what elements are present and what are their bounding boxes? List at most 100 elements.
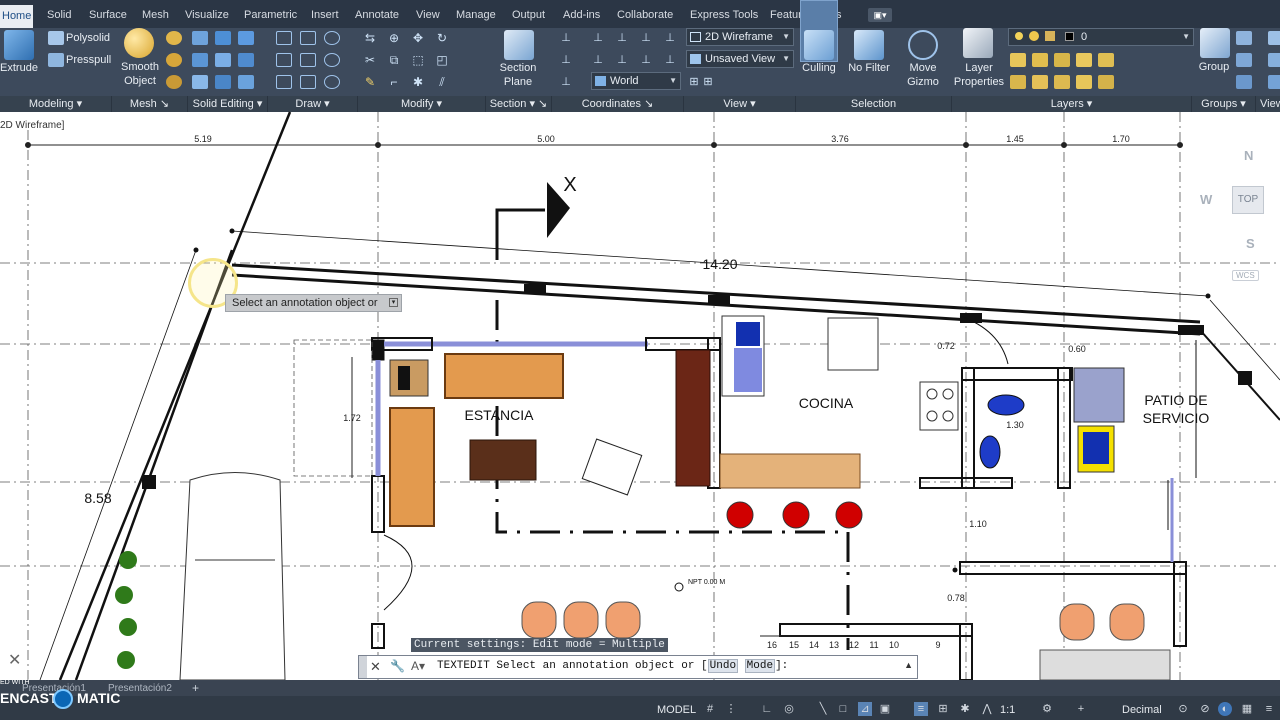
polysolid-icon[interactable] [48, 31, 64, 45]
ucs-z-icon[interactable]: ⊥ [614, 31, 630, 45]
tab-surface[interactable]: Surface [87, 6, 129, 24]
polygon-icon[interactable] [276, 75, 292, 89]
panel-footer-modify[interactable]: Modify ▾ [358, 96, 486, 112]
panel-footer-draw[interactable]: Draw ▾ [268, 96, 358, 112]
lock-ui-icon[interactable]: ⊘ [1198, 702, 1212, 716]
layer-dropdown[interactable]: 0 ▼ [1008, 28, 1194, 46]
tab-solid[interactable]: Solid [45, 6, 73, 24]
smooth-object-label-2[interactable]: Object [116, 75, 164, 88]
trim-icon[interactable]: ✂ [362, 53, 378, 67]
snap-icon[interactable]: ⋮ [724, 702, 738, 716]
layer-tool-icon[interactable] [1010, 53, 1026, 67]
customization-icon[interactable]: ≡ [1262, 702, 1276, 716]
mesh-tool-icon[interactable] [166, 53, 182, 67]
copy-icon[interactable]: ⧉ [386, 53, 402, 67]
polysolid-button[interactable]: Polysolid [66, 32, 110, 45]
viewcube[interactable]: N W TOP S WCS [1196, 140, 1280, 290]
ungroup-icon[interactable] [1236, 31, 1252, 45]
no-filter-button[interactable]: No Filter [842, 62, 896, 75]
presspull-button[interactable]: Presspull [66, 54, 111, 67]
viewcube-top-face[interactable]: TOP [1232, 186, 1264, 214]
ucs-view-icon[interactable]: ⊥ [662, 31, 678, 45]
section-plane-icon[interactable] [504, 30, 534, 60]
ucs-y-icon[interactable]: ⊥ [614, 53, 630, 67]
circle-icon[interactable] [324, 53, 340, 67]
model-space-canvas[interactable] [0, 112, 1280, 680]
panel-footer-solid-editing[interactable]: Solid Editing ▾ [188, 96, 268, 112]
add-icon[interactable]: + [1074, 702, 1088, 716]
visual-style-dropdown[interactable]: 2D Wireframe ▼ [686, 28, 794, 46]
isolate-objects-icon[interactable]: ◐ [1218, 702, 1232, 716]
polyline-icon[interactable] [300, 31, 316, 45]
tab-parametric[interactable]: Parametric [242, 6, 299, 24]
close-icon[interactable]: ✕ [370, 659, 381, 675]
saved-view-dropdown[interactable]: Unsaved View ▼ [686, 50, 794, 68]
group-select-icon[interactable] [1236, 75, 1252, 89]
layer-properties-icon[interactable] [963, 28, 993, 58]
ucs-world-icon[interactable]: ⊥ [558, 75, 574, 89]
annotation-visibility-icon[interactable]: ⋀ [980, 702, 994, 716]
command-option-mode[interactable]: Mode [744, 659, 776, 673]
viewport-controls-label[interactable]: 2D Wireframe] [0, 120, 64, 131]
tab-collaborate[interactable]: Collaborate [615, 6, 675, 24]
panel-footer-section[interactable]: Section ▾ ↘ [486, 96, 552, 112]
panel-footer-modeling[interactable]: Modeling ▾ [0, 96, 112, 112]
ucs-origin-icon[interactable]: ⊥ [590, 31, 606, 45]
array-icon[interactable]: ⊕ [386, 31, 402, 45]
ucs-object-icon[interactable]: ⊥ [638, 53, 654, 67]
tab-home[interactable]: Home [0, 5, 34, 28]
layer-properties-label-1[interactable]: Layer [952, 62, 1006, 75]
layer-tool-icon[interactable] [1076, 53, 1092, 67]
polar-icon[interactable]: ◎ [782, 702, 796, 716]
solid-edit-icon[interactable] [192, 53, 208, 67]
units-display[interactable]: Decimal [1122, 703, 1162, 717]
hardware-acceleration-icon[interactable]: ▦ [1240, 702, 1254, 716]
grid-icon[interactable]: # [703, 702, 717, 716]
erase-icon[interactable]: ✎ [362, 75, 378, 89]
wrench-icon[interactable]: 🔧 [390, 659, 405, 673]
mesh-tool-icon[interactable] [166, 75, 182, 89]
ellipse-icon[interactable] [324, 75, 340, 89]
selection-cycling-icon[interactable]: ⊿ [858, 702, 872, 716]
ucs-face-icon[interactable]: ⊥ [662, 53, 678, 67]
transparency-icon[interactable]: ⊞ [936, 702, 950, 716]
compass-south[interactable]: S [1246, 236, 1255, 251]
gear-icon[interactable]: ⚙ [1040, 702, 1054, 716]
lineweight-icon[interactable]: ≡ [914, 702, 928, 716]
solid-edit-icon[interactable] [215, 53, 231, 67]
layer-tool-icon[interactable] [1098, 75, 1114, 89]
layer-tool-icon[interactable] [1054, 53, 1070, 67]
move-gizmo-label-2[interactable]: Gizmo [900, 76, 946, 89]
panel-footer-groups[interactable]: Groups ▾ [1192, 96, 1256, 112]
no-filter-icon[interactable] [854, 30, 884, 60]
annotation-monitor-icon[interactable]: ✱ [958, 702, 972, 716]
add-layout-icon[interactable]: + [192, 681, 199, 695]
ucs-x-icon[interactable]: ⊥ [590, 53, 606, 67]
line-icon[interactable] [276, 31, 292, 45]
presspull-icon[interactable] [48, 53, 64, 67]
ribbon-minimize-toggle[interactable]: ▣▾ [868, 8, 892, 22]
quick-properties-icon[interactable]: ⊙ [1176, 702, 1190, 716]
solid-edit-icon[interactable] [215, 31, 231, 45]
mirror-icon[interactable]: ⇆ [362, 31, 378, 45]
move-gizmo-label-1[interactable]: Move [900, 62, 946, 75]
ucs-world-dropdown[interactable]: World ▼ [591, 72, 681, 90]
ortho-icon[interactable]: ∟ [760, 702, 774, 716]
smooth-object-label-1[interactable]: Smooth [116, 61, 164, 74]
wcs-menu[interactable]: WCS [1232, 270, 1259, 281]
spline-icon[interactable] [276, 53, 292, 67]
extrude-icon[interactable] [4, 30, 34, 60]
tooltip-options-icon[interactable]: ▾ [389, 298, 398, 307]
viewport-config-icon[interactable]: ⊞ [700, 75, 716, 89]
tab-annotate[interactable]: Annotate [353, 6, 401, 24]
osnap-icon[interactable]: □ [836, 702, 850, 716]
layer-tool-icon[interactable] [1098, 53, 1114, 67]
annotation-scale[interactable]: 1:1 [1000, 703, 1015, 717]
model-space-button[interactable]: MODEL [657, 703, 696, 717]
arc-icon[interactable] [324, 31, 340, 45]
layer-tool-icon[interactable] [1054, 75, 1070, 89]
panel-footer-view[interactable]: View ▾ [684, 96, 796, 112]
command-line[interactable]: ✕ 🔧 A▾ TEXTEDIT Select an annotation obj… [358, 655, 918, 679]
close-icon[interactable]: ✕ [8, 650, 21, 670]
layer-tool-icon[interactable] [1076, 75, 1092, 89]
